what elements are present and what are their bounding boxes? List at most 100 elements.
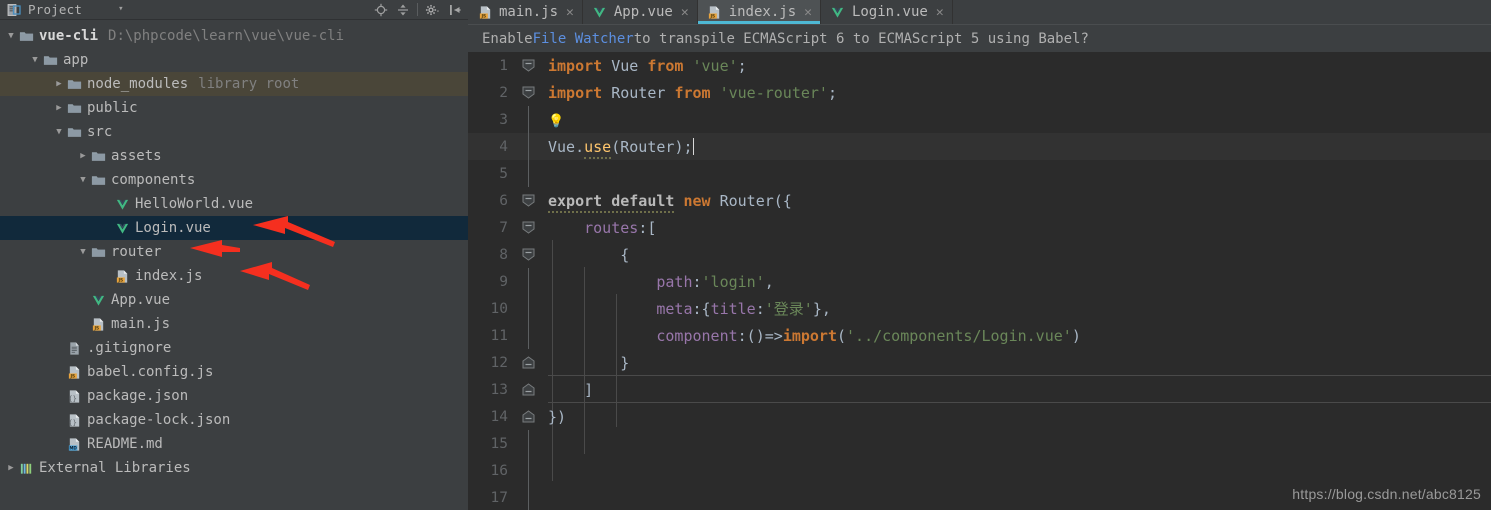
code-line[interactable]: 11 component:()=>import('../components/L…: [468, 322, 1491, 349]
tree-item-index-js[interactable]: JS index.js: [0, 264, 468, 288]
twisty-expanded-icon[interactable]: ▼: [76, 175, 90, 185]
code-line[interactable]: 1 import Vue from 'vue';: [468, 52, 1491, 79]
twisty-collapsed-icon[interactable]: ▶: [52, 79, 66, 89]
tree-item-login-vue[interactable]: Login.vue: [0, 216, 468, 240]
locate-icon[interactable]: [373, 2, 388, 17]
code-line[interactable]: 10 meta:{title:'登录'},: [468, 295, 1491, 322]
close-icon[interactable]: ✕: [804, 6, 812, 19]
fold-gutter[interactable]: [516, 106, 544, 133]
editor-tab-main-js[interactable]: JS main.js ✕: [468, 0, 583, 24]
vue-file-icon: [114, 196, 130, 212]
code-line[interactable]: 15: [468, 430, 1491, 457]
code-editor[interactable]: 1 import Vue from 'vue'; 2 import Router fr…: [468, 52, 1491, 510]
twisty-expanded-icon[interactable]: ▼: [76, 247, 90, 257]
project-file-tree[interactable]: ▼ vue-cli D:\phpcode\learn\vue\vue-cli ▼ app…: [0, 20, 468, 510]
tree-item-router[interactable]: ▼ router: [0, 240, 468, 264]
code-line[interactable]: 5: [468, 160, 1491, 187]
code-line[interactable]: 12 }: [468, 349, 1491, 376]
twisty-expanded-icon[interactable]: ▼: [52, 127, 66, 137]
code-line[interactable]: 9 path:'login',: [468, 268, 1491, 295]
code-line[interactable]: 14}): [468, 403, 1491, 430]
folder-icon: [66, 124, 82, 140]
code-line[interactable]: 6 export default new Router({: [468, 187, 1491, 214]
tree-item-external-libraries[interactable]: ▶ External Libraries: [0, 456, 468, 480]
line-number: 10: [490, 300, 508, 317]
editor-tab-app-vue[interactable]: App.vue ✕: [582, 0, 698, 24]
ide-window: Project ▾ ▼ vue-cli D:\phpcode\learn\vue…: [0, 0, 1491, 510]
svg-text:{}: {}: [68, 394, 76, 403]
twisty-collapsed-icon[interactable]: ▶: [4, 463, 18, 473]
close-icon[interactable]: ✕: [681, 6, 689, 19]
chevron-down-icon[interactable]: ▾: [118, 5, 123, 14]
tree-item-label: HelloWorld.vue: [135, 196, 254, 212]
fold-gutter[interactable]: [516, 349, 544, 376]
settings-gear-icon[interactable]: [425, 2, 440, 17]
tree-item-helloworld-vue[interactable]: HelloWorld.vue: [0, 192, 468, 216]
twisty-expanded-icon[interactable]: ▼: [4, 31, 18, 41]
code-line[interactable]: 8 {: [468, 241, 1491, 268]
tree-item-vue-cli[interactable]: ▼ vue-cli D:\phpcode\learn\vue\vue-cli: [0, 24, 468, 48]
file-watcher-link[interactable]: File Watcher: [533, 31, 634, 47]
tree-item-node-modules[interactable]: ▶ node_modules library root: [0, 72, 468, 96]
tree-item-app-vue[interactable]: App.vue: [0, 288, 468, 312]
line-number: 1: [499, 57, 508, 74]
fold-gutter[interactable]: [516, 52, 544, 79]
tree-item-app[interactable]: ▼ app: [0, 48, 468, 72]
tree-item-package-json[interactable]: {} package.json: [0, 384, 468, 408]
fold-gutter[interactable]: [516, 79, 544, 106]
tree-item-readme-md[interactable]: MD README.md: [0, 432, 468, 456]
fold-gutter[interactable]: [516, 160, 544, 187]
code-line[interactable]: 7 routes:[: [468, 214, 1491, 241]
code-line[interactable]: 13 ]: [468, 376, 1491, 403]
editor-tab-login-vue[interactable]: Login.vue ✕: [820, 0, 953, 24]
fold-gutter[interactable]: [516, 295, 544, 322]
hide-panel-icon[interactable]: [447, 2, 462, 17]
editor-tab-index-js[interactable]: JS index.js ✕: [697, 0, 821, 24]
project-panel-header: Project ▾: [0, 0, 468, 20]
tree-item-package-lock-json[interactable]: {} package-lock.json: [0, 408, 468, 432]
vue-file-icon: [114, 220, 130, 236]
fold-gutter[interactable]: [516, 484, 544, 510]
code-line[interactable]: 2 import Router from 'vue-router';: [468, 79, 1491, 106]
fold-gutter[interactable]: [516, 187, 544, 214]
intention-bulb-icon[interactable]: 💡: [548, 114, 564, 129]
fold-gutter[interactable]: [516, 214, 544, 241]
code-line-text: ]: [548, 380, 594, 399]
fold-gutter[interactable]: [516, 322, 544, 349]
tree-item-public[interactable]: ▶ public: [0, 96, 468, 120]
tree-item-components[interactable]: ▼ components: [0, 168, 468, 192]
folder-icon: [66, 100, 82, 116]
fold-gutter[interactable]: [516, 241, 544, 268]
code-line[interactable]: 4 Vue.use(Router);: [468, 133, 1491, 160]
twisty-collapsed-icon[interactable]: ▶: [52, 103, 66, 113]
tree-item-label: components: [111, 172, 196, 188]
editor-tab-bar: JS main.js ✕ App.vue ✕ JS index.js ✕ Login.vue ✕: [468, 0, 1491, 24]
tree-item-label: babel.config.js: [87, 364, 214, 380]
fold-gutter[interactable]: [516, 403, 544, 430]
tree-item-label: node_modules: [87, 76, 189, 92]
tree-item-label: README.md: [87, 436, 163, 452]
code-line[interactable]: 16: [468, 457, 1491, 484]
fold-gutter[interactable]: [516, 457, 544, 484]
fold-gutter[interactable]: [516, 133, 544, 160]
project-panel-title: Project: [28, 2, 83, 17]
tree-item-babel-config-js[interactable]: JS babel.config.js: [0, 360, 468, 384]
code-line-text: routes:[: [584, 218, 657, 237]
libraries-icon: [18, 460, 34, 476]
vue-file-icon: [90, 292, 106, 308]
tree-item-src[interactable]: ▼ src: [0, 120, 468, 144]
close-icon[interactable]: ✕: [936, 6, 944, 19]
twisty-collapsed-icon[interactable]: ▶: [76, 151, 90, 161]
line-number: 2: [499, 84, 508, 101]
fold-gutter[interactable]: [516, 376, 544, 403]
fold-gutter[interactable]: [516, 268, 544, 295]
tree-item-gitignore[interactable]: .gitignore: [0, 336, 468, 360]
fold-gutter[interactable]: [516, 430, 544, 457]
tree-item-main-js[interactable]: JS main.js: [0, 312, 468, 336]
twisty-expanded-icon[interactable]: ▼: [28, 55, 42, 65]
close-icon[interactable]: ✕: [566, 6, 574, 19]
collapse-all-icon[interactable]: [395, 2, 410, 17]
code-line[interactable]: 3 💡: [468, 106, 1491, 133]
tree-item-assets[interactable]: ▶ assets: [0, 144, 468, 168]
tree-item-label: index.js: [135, 268, 203, 284]
